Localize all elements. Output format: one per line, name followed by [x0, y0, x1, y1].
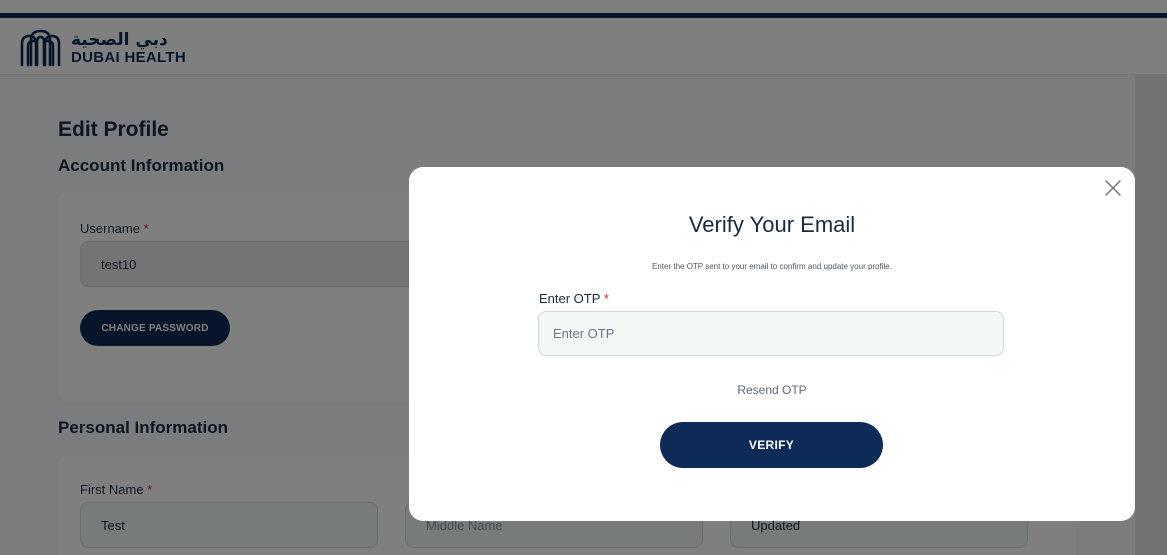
close-icon[interactable]	[1103, 178, 1123, 198]
dialog-subtitle: Enter the OTP sent to your email to conf…	[652, 262, 892, 271]
verify-button[interactable]: VERIFY	[660, 422, 883, 468]
required-mark: *	[603, 291, 609, 306]
otp-input[interactable]	[538, 311, 1004, 356]
resend-otp-link[interactable]: Resend OTP	[409, 383, 1135, 397]
dialog-title: Verify Your Email	[688, 212, 856, 237]
verify-email-dialog: Verify Your Email Enter the OTP sent to …	[409, 167, 1135, 521]
otp-label: Enter OTP *	[539, 291, 609, 306]
